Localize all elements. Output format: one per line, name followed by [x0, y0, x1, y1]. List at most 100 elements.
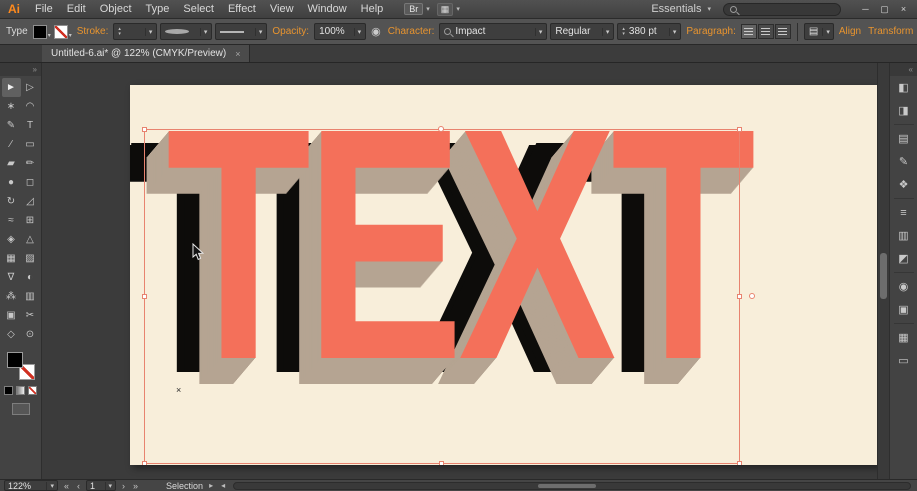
none-button[interactable] — [28, 386, 37, 395]
paintbrush-tool[interactable]: ▰ — [2, 154, 21, 173]
arrange-documents-icon[interactable]: ▦ — [436, 2, 454, 16]
free-transform-tool[interactable]: ⊞ — [21, 211, 40, 230]
color-guide-panel-icon[interactable]: ◨ — [892, 99, 916, 122]
scroll-right-icon[interactable]: ▸ — [207, 481, 215, 490]
slice-tool[interactable]: ✂ — [21, 306, 40, 325]
handle-bottom-center[interactable] — [439, 461, 444, 465]
align-left-button[interactable] — [740, 24, 757, 39]
align-panel-link[interactable]: Align — [837, 26, 863, 37]
previous-artboard-button[interactable]: ‹ — [75, 481, 82, 491]
stroke-weight-select[interactable]: ▴ ▾ ▾ — [113, 23, 158, 40]
horizontal-scrollbar[interactable] — [233, 481, 911, 490]
blend-tool[interactable]: ◐ — [21, 268, 40, 287]
align-center-button[interactable] — [757, 24, 774, 39]
search-input[interactable] — [723, 2, 841, 16]
artboards-panel-icon[interactable]: ▭ — [892, 349, 916, 372]
chevron-down-icon[interactable]: ▾ — [199, 27, 207, 36]
transform-panel-link[interactable]: Transform — [866, 26, 915, 37]
selection-tool[interactable]: ► — [1, 78, 21, 97]
align-right-button[interactable] — [774, 24, 791, 39]
opacity-select[interactable]: 100% ▾ — [314, 23, 367, 40]
gradient-button[interactable] — [16, 386, 25, 395]
mesh-tool[interactable]: ▦ — [2, 249, 21, 268]
eraser-tool[interactable]: ◻ — [21, 173, 40, 192]
fill-color-control[interactable]: ▾ — [32, 24, 51, 39]
zoom-tool[interactable]: ⊙ — [21, 325, 40, 344]
chevron-down-icon[interactable]: ▾ — [353, 27, 361, 36]
chevron-down-icon[interactable]: ▾ — [668, 27, 676, 36]
handle-middle-left[interactable] — [142, 293, 147, 299]
bridge-button[interactable]: Br — [404, 3, 424, 15]
font-size-stepper[interactable]: ▴ ▾ — [622, 26, 625, 37]
blob-brush-tool[interactable]: ● — [2, 173, 21, 192]
stroke-color-control[interactable]: ▾ — [53, 24, 72, 39]
out-port-circle[interactable] — [749, 292, 755, 299]
restore-button[interactable]: ▢ — [875, 1, 894, 18]
type-tool[interactable]: T — [21, 116, 40, 135]
font-family-select[interactable]: Impact ▾ — [439, 23, 548, 40]
menu-select[interactable]: Select — [176, 1, 221, 17]
line-segment-tool[interactable]: ∕ — [2, 135, 21, 154]
chevron-down-icon[interactable]: ▾ — [423, 5, 433, 13]
font-style-select[interactable]: Regular ▾ — [550, 23, 615, 40]
menu-window[interactable]: Window — [301, 1, 354, 17]
pencil-tool[interactable]: ✏ — [21, 154, 40, 173]
menu-help[interactable]: Help — [354, 1, 391, 17]
rotate-handle-circle[interactable] — [438, 126, 444, 132]
chevron-down-icon[interactable]: ▾ — [534, 27, 542, 36]
shape-builder-tool[interactable]: ◈ — [2, 230, 21, 249]
vertical-scrollbar-thumb[interactable] — [880, 253, 887, 299]
paragraph-label[interactable]: Paragraph: — [684, 26, 737, 37]
character-panel-button[interactable]: ▤ ▾ — [803, 23, 834, 40]
color-panel-icon[interactable]: ◧ — [892, 76, 916, 99]
handle-bottom-left[interactable] — [142, 461, 147, 465]
horizontal-scrollbar-thumb[interactable] — [538, 483, 597, 488]
next-artboard-button[interactable]: › — [120, 481, 127, 491]
perspective-grid-tool[interactable]: △ — [21, 230, 40, 249]
brush-definition-select[interactable]: ▾ — [215, 23, 268, 40]
handle-top-right[interactable] — [737, 127, 742, 132]
width-tool[interactable]: ≈ — [2, 211, 21, 230]
canvas-area[interactable]: TEXT × — [42, 63, 889, 479]
color-button[interactable] — [4, 386, 13, 395]
handle-bottom-right[interactable] — [737, 461, 742, 465]
spin-down-icon[interactable]: ▾ — [622, 31, 625, 37]
document-tab[interactable]: Untitled-6.ai* @ 122% (CMYK/Preview) × — [42, 45, 251, 62]
appearance-panel-icon[interactable]: ◉ — [892, 275, 916, 298]
gradient-panel-icon[interactable]: ▥ — [892, 224, 916, 247]
close-button[interactable]: × — [894, 1, 913, 18]
chevron-down-icon[interactable]: ▾ — [601, 27, 609, 36]
workspace-switcher[interactable]: Essentials ▾ — [651, 3, 714, 15]
stroke-panel-icon[interactable]: ≡ — [892, 201, 916, 224]
chevron-down-icon[interactable]: ▾ — [822, 27, 830, 36]
chevron-down-icon[interactable]: ▾ — [104, 481, 112, 490]
character-label[interactable]: Character: — [386, 26, 437, 37]
handle-top-left[interactable] — [142, 127, 147, 132]
screen-mode-button[interactable] — [11, 403, 30, 415]
menu-view[interactable]: View — [263, 1, 301, 17]
handle-middle-right[interactable] — [737, 293, 742, 299]
eyedropper-tool[interactable]: ∇ — [2, 268, 21, 287]
menu-edit[interactable]: Edit — [60, 1, 93, 17]
dock-expand-button[interactable]: « — [890, 63, 917, 76]
direct-selection-tool[interactable]: ▷ — [21, 78, 40, 97]
chevron-down-icon[interactable]: ▾ — [453, 5, 463, 13]
column-graph-tool[interactable]: ▥ — [21, 287, 40, 306]
zoom-level-select[interactable]: 122% ▾ — [4, 480, 58, 491]
pen-tool[interactable]: ✎ — [2, 116, 21, 135]
selection-bounding-box[interactable] — [142, 126, 755, 465]
minimize-button[interactable]: ─ — [856, 1, 875, 18]
scroll-left-icon[interactable]: ◂ — [219, 481, 227, 490]
scale-tool[interactable]: ◿ — [21, 192, 40, 211]
spin-down-icon[interactable]: ▾ — [118, 31, 121, 37]
symbol-sprayer-tool[interactable]: ⁂ — [2, 287, 21, 306]
variable-width-profile-select[interactable]: ▾ — [160, 23, 213, 40]
opacity-label[interactable]: Opacity: — [270, 26, 311, 37]
last-artboard-button[interactable]: » — [131, 481, 140, 491]
graphic-styles-panel-icon[interactable]: ▣ — [892, 298, 916, 321]
font-size-select[interactable]: ▴ ▾ 380 pt ▾ — [617, 23, 682, 40]
artboard-tool[interactable]: ▣ — [2, 306, 21, 325]
tab-close-icon[interactable]: × — [235, 49, 240, 59]
stroke-color-swatch[interactable] — [53, 24, 68, 39]
chevron-down-icon[interactable]: ▾ — [69, 32, 72, 39]
